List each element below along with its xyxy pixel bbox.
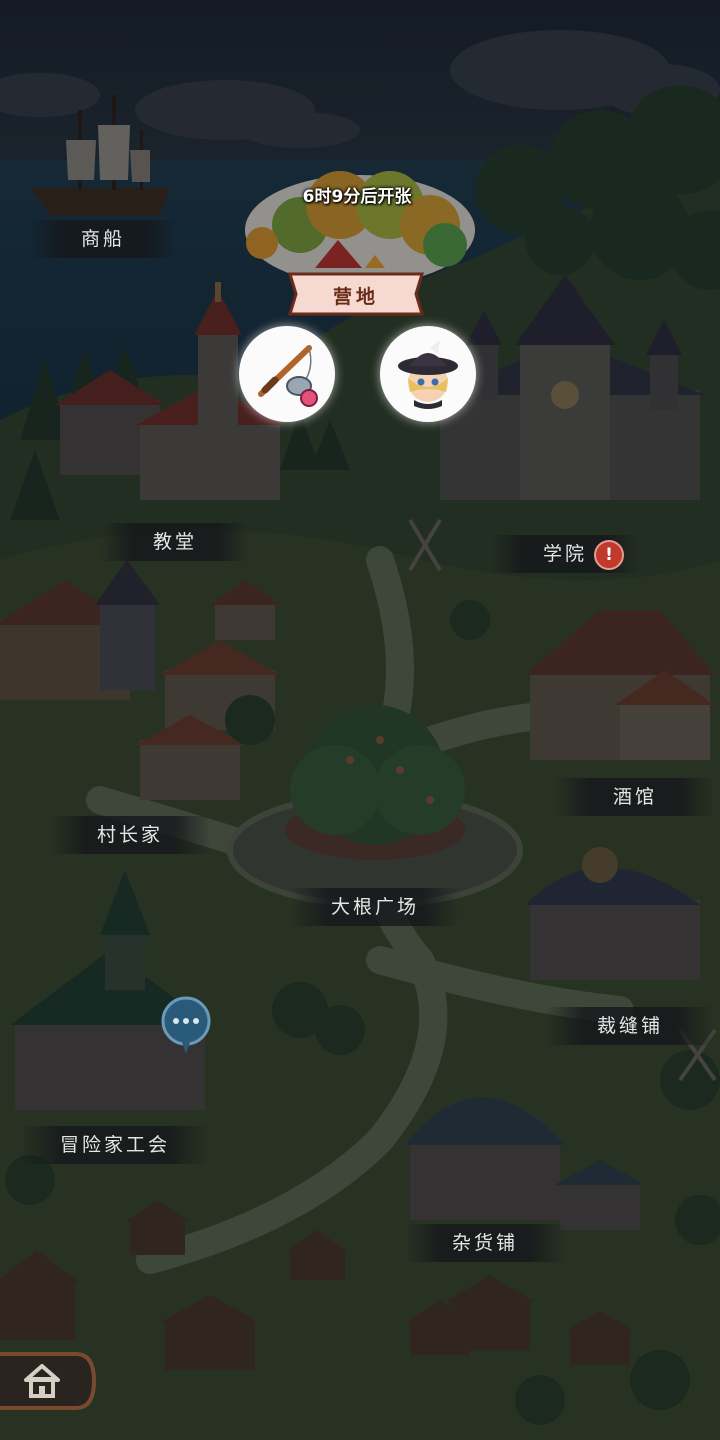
merchant-ship-label[interactable]: 商船 [28,220,178,258]
town-map [0,0,720,1440]
academy-alert-icon[interactable]: ! [594,540,624,570]
tailor-shop-label[interactable]: 裁缝铺 [545,1007,715,1045]
fishing-rod-bubble[interactable] [239,326,335,422]
home-button[interactable] [0,1346,102,1416]
church-label[interactable]: 教堂 [100,523,250,561]
chat-ellipsis-icon[interactable] [160,996,212,1056]
village-chief-home-label[interactable]: 村长家 [50,816,210,854]
tavern-label[interactable]: 酒馆 [555,778,715,816]
camp-timer: 6时9分后开张 [302,187,412,207]
camp-label[interactable]: 营地 [286,282,426,309]
general-store-label[interactable]: 杂货铺 [405,1224,565,1262]
fishing-rod-icon [258,345,318,407]
character-portrait-icon [398,340,458,409]
adventurer-guild-label[interactable]: 冒险家工会 [20,1126,210,1164]
big-root-square-label[interactable]: 大根广场 [290,888,460,926]
character-portrait-bubble[interactable] [380,326,476,422]
